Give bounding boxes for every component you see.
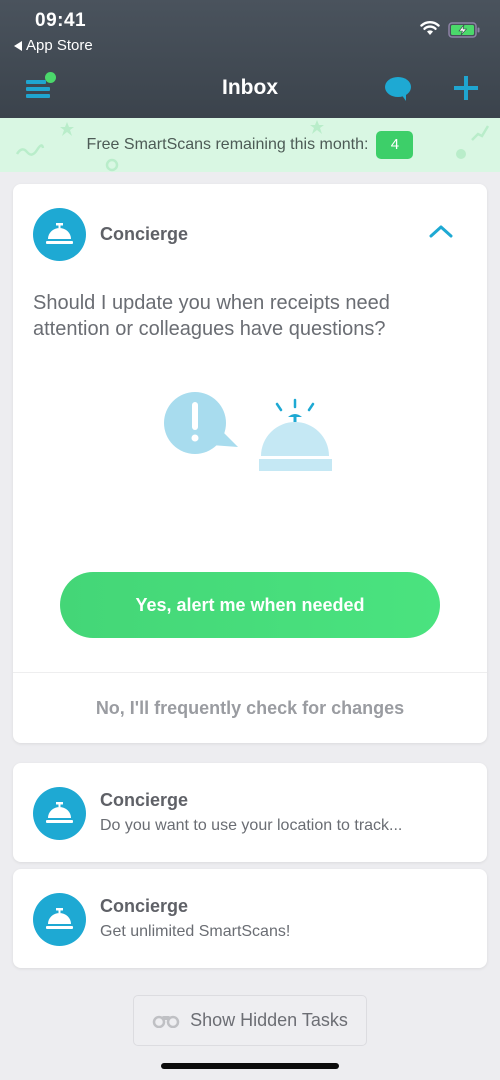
- no-thanks-button[interactable]: No, I'll frequently check for changes: [13, 673, 487, 743]
- sender-name: Concierge: [100, 224, 189, 244]
- concierge-bell-icon: [46, 223, 73, 244]
- status-time: 09:41: [35, 10, 87, 31]
- smartscans-banner: Free SmartScans remaining this month: 4: [0, 118, 500, 172]
- yes-alert-button[interactable]: Yes, alert me when needed: [60, 572, 440, 638]
- back-app-label: App Store: [26, 37, 93, 54]
- back-to-app-store[interactable]: App Store: [14, 37, 93, 54]
- avatar: [33, 787, 86, 840]
- avatar: [33, 893, 86, 946]
- concierge-notification-card: Concierge Should I update you when recei…: [13, 184, 487, 743]
- notification-question: Should I update you when receipts need a…: [33, 292, 390, 340]
- notification-illustration: [164, 392, 332, 471]
- show-hidden-tasks-button[interactable]: Show Hidden Tasks: [133, 995, 367, 1046]
- binoculars-icon: [152, 1015, 180, 1028]
- task-card[interactable]: Concierge Do you want to use your locati…: [13, 763, 487, 862]
- sender-name: Concierge: [100, 790, 189, 810]
- chevron-up-icon[interactable]: [427, 222, 455, 240]
- concierge-bell-icon: [46, 802, 73, 823]
- ringing-bell-icon: [259, 398, 332, 471]
- show-hidden-tasks-label: Show Hidden Tasks: [190, 1010, 348, 1030]
- battery-charging-icon: [448, 22, 480, 38]
- concierge-bell-icon: [46, 908, 73, 929]
- task-preview: Get unlimited SmartScans!: [100, 923, 291, 940]
- chat-bubble-icon[interactable]: [384, 76, 412, 102]
- sender-name: Concierge: [100, 896, 189, 916]
- home-indicator[interactable]: [161, 1063, 339, 1069]
- page-title: Inbox: [222, 76, 278, 99]
- promo-text: Free SmartScans remaining this month:: [86, 136, 369, 153]
- task-card[interactable]: Concierge Get unlimited SmartScans!: [13, 869, 487, 968]
- back-triangle-icon: [14, 40, 22, 51]
- avatar: [33, 208, 86, 261]
- add-button[interactable]: [452, 74, 480, 102]
- task-preview: Do you want to use your location to trac…: [100, 817, 403, 834]
- wifi-icon: [420, 21, 440, 35]
- alert-bubble-icon: [164, 392, 238, 454]
- plus-icon-stroke: [464, 76, 468, 100]
- top-bar: 09:41 App Store Inbox: [0, 0, 500, 118]
- promo-content: Free SmartScans remaining this month: 4: [0, 118, 500, 172]
- smartscans-count-badge: 4: [376, 131, 414, 159]
